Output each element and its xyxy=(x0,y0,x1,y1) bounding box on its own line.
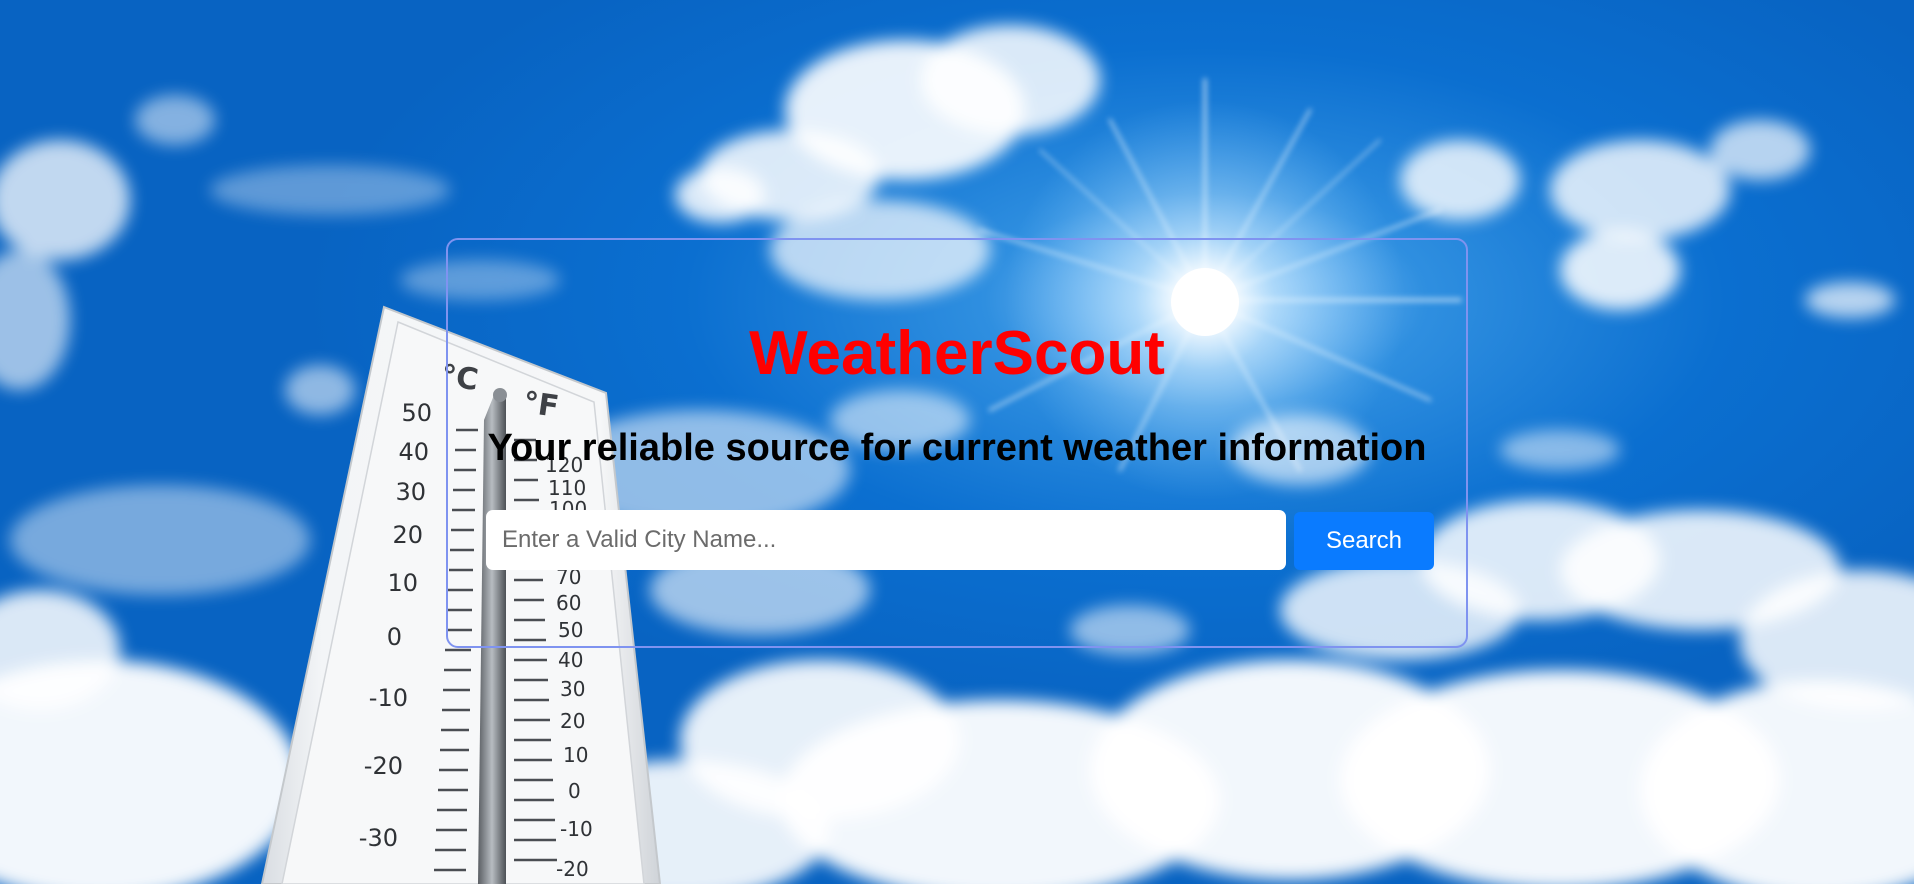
celsius-tick-label: -10 xyxy=(369,684,408,712)
app-title: WeatherScout xyxy=(749,319,1165,388)
celsius-tick-label: 0 xyxy=(387,623,402,651)
fahrenheit-tick-label: 20 xyxy=(560,709,585,733)
celsius-tick-label: 20 xyxy=(392,521,423,549)
celsius-tick-label: -30 xyxy=(359,824,398,852)
celsius-tick-label: 50 xyxy=(401,399,432,427)
celsius-tick-label: -20 xyxy=(364,752,403,780)
fahrenheit-tick-label: 10 xyxy=(563,743,588,767)
fahrenheit-tick-label: 40 xyxy=(558,648,583,672)
app-subtitle: Your reliable source for current weather… xyxy=(487,427,1427,469)
fahrenheit-tick-label: -10 xyxy=(560,817,593,841)
search-card: WeatherScout Your reliable source for cu… xyxy=(446,238,1468,648)
fahrenheit-tick-label: -20 xyxy=(556,857,589,881)
celsius-tick-label: 40 xyxy=(398,438,429,466)
fahrenheit-tick-label: 0 xyxy=(568,779,581,803)
celsius-tick-label: 10 xyxy=(387,569,418,597)
city-search-input[interactable] xyxy=(486,510,1286,570)
fahrenheit-tick-label: 30 xyxy=(560,677,585,701)
weather-landing-page: °C °F 50 40 30 20 10 0 -10 -20 -30 120 1… xyxy=(0,0,1914,884)
celsius-tick-label: 30 xyxy=(395,478,426,506)
search-button[interactable]: Search xyxy=(1294,512,1434,570)
